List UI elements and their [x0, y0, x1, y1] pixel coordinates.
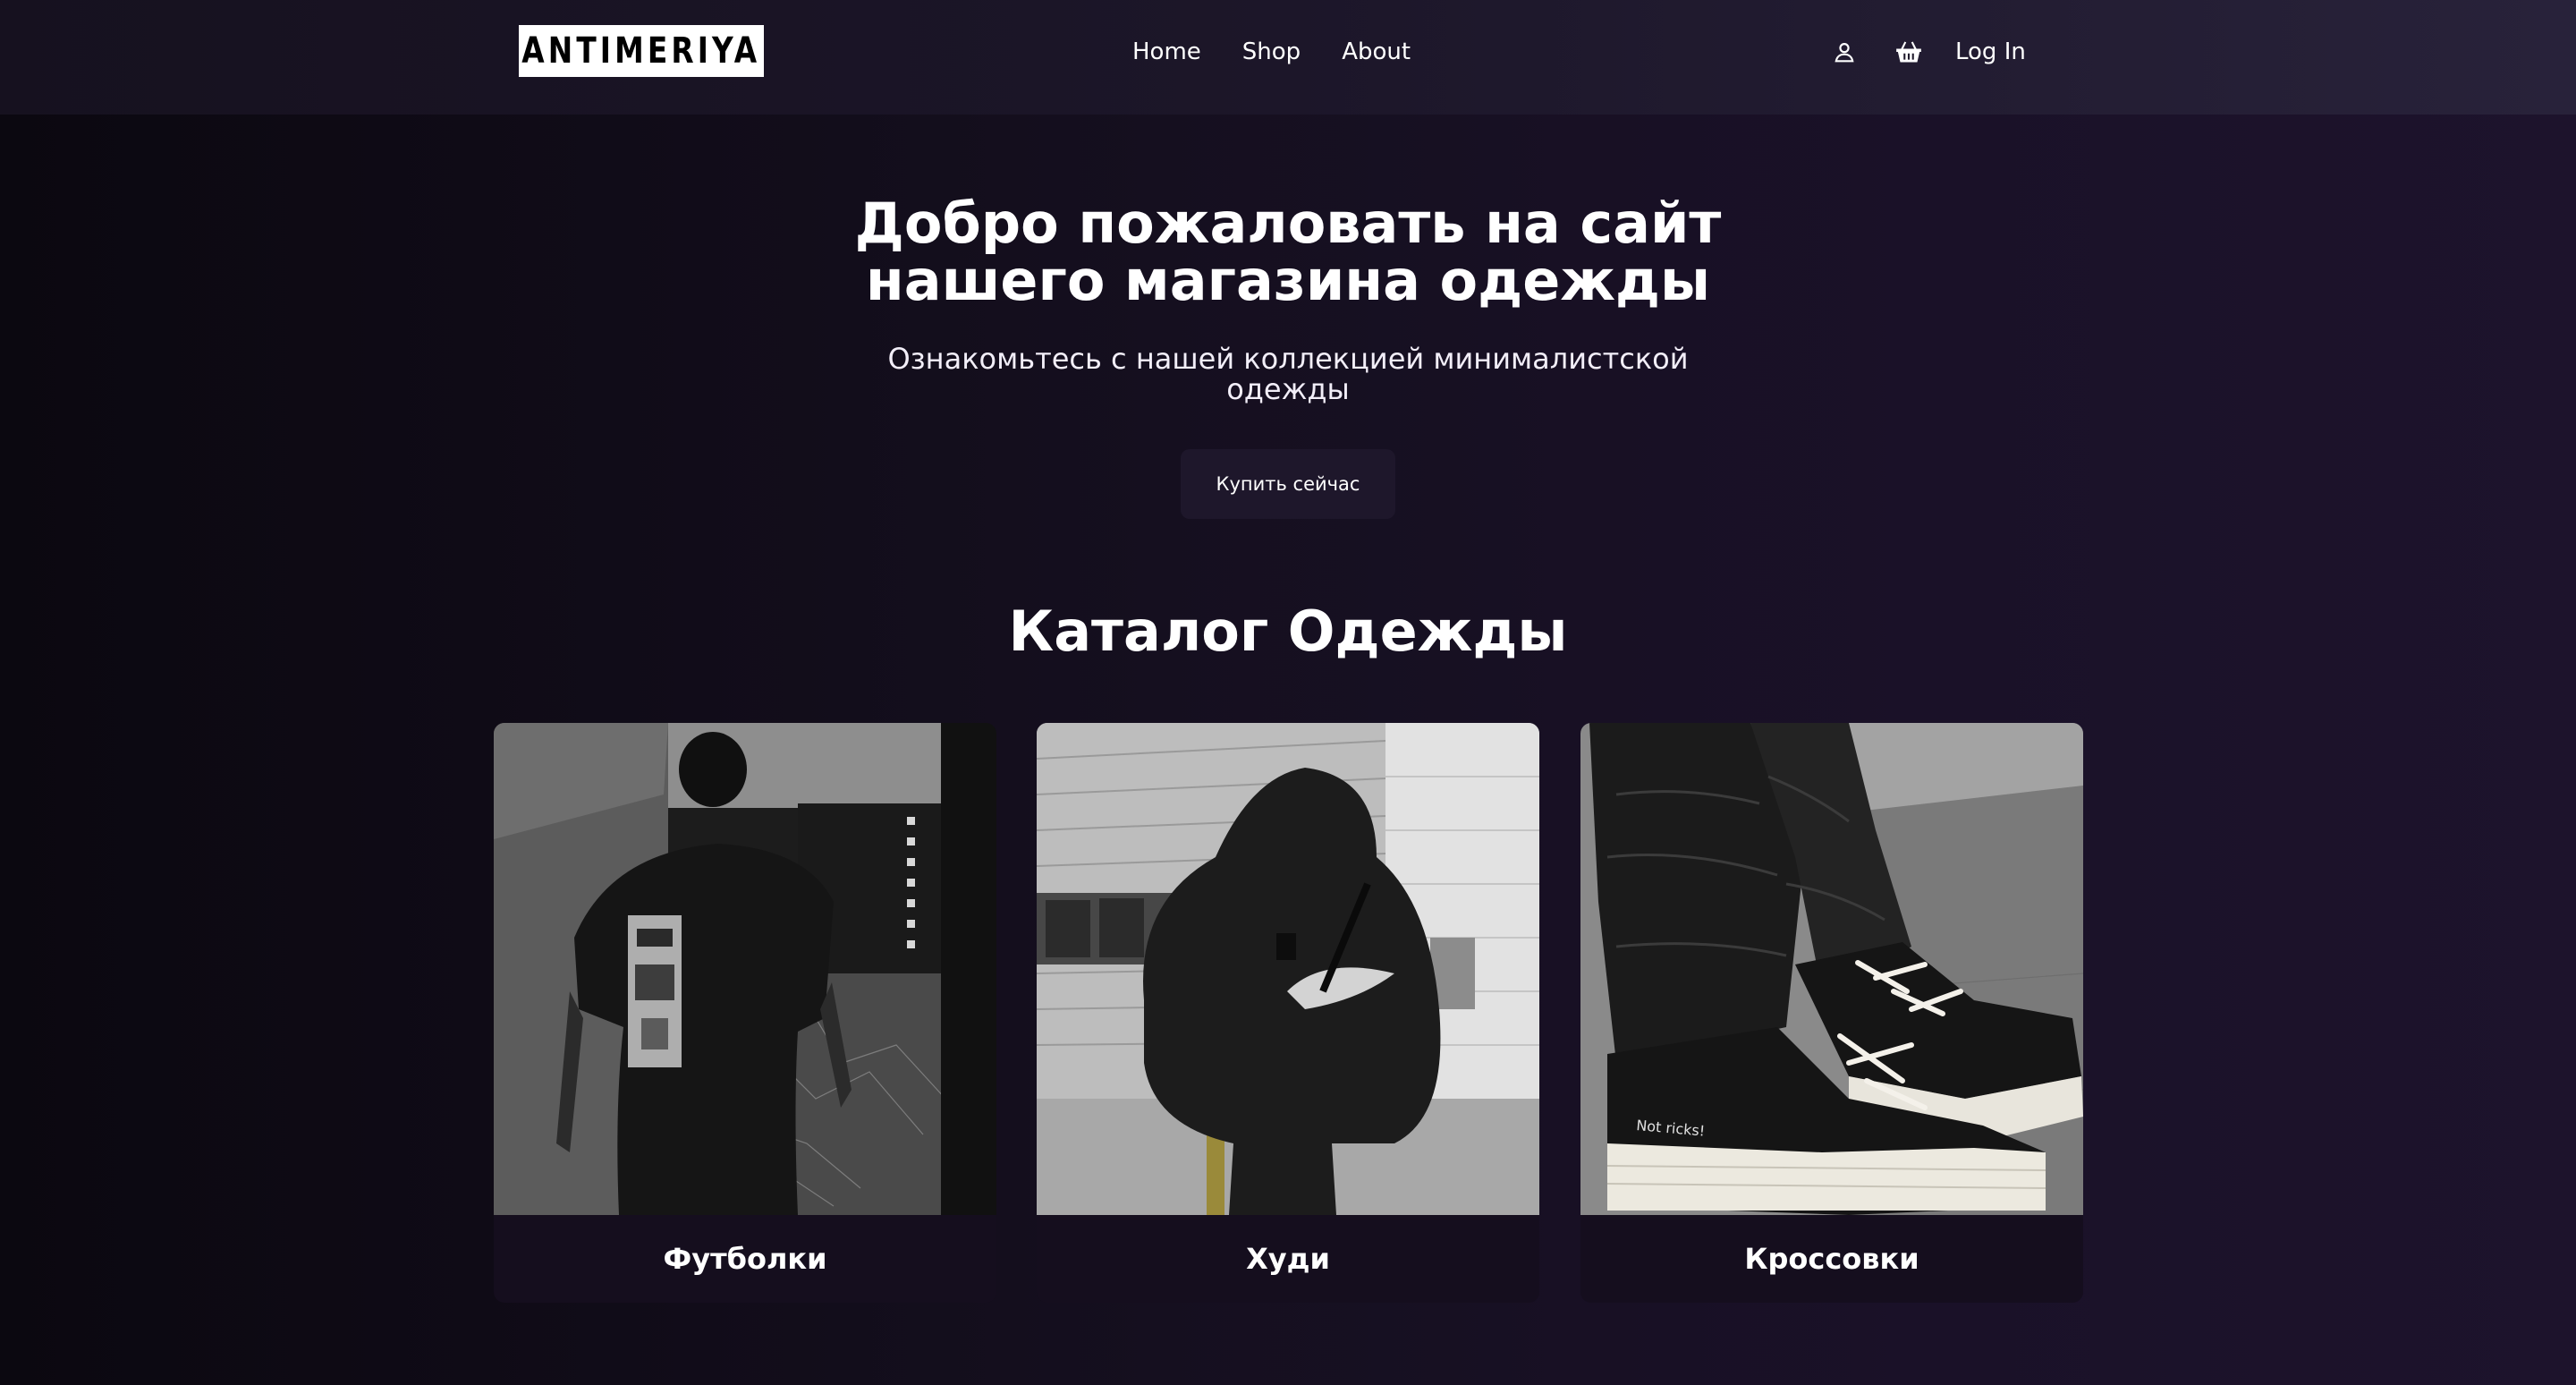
hero-subtitle: Ознакомьтесь с нашей коллекцией минимали…	[887, 342, 1689, 406]
category-card-tshirts[interactable]: Футболки	[494, 723, 996, 1303]
buy-now-button[interactable]: Купить сейчас	[1181, 449, 1395, 519]
nav-shop-link[interactable]: Shop	[1242, 32, 1301, 72]
hoodies-photo	[1037, 723, 1539, 1215]
sneakers-label: Кроссовки	[1744, 1242, 1919, 1276]
header-actions: Log In	[1825, 32, 2026, 72]
catalog-title: Каталог Одежды	[1008, 599, 1568, 664]
nav-about-link[interactable]: About	[1342, 32, 1411, 72]
main-nav: Home Shop About	[1132, 32, 1411, 72]
category-card-sneakers[interactable]: Not ricks! Кроссовки	[1580, 723, 2083, 1303]
user-icon[interactable]	[1825, 32, 1864, 72]
logo-text: ANTIMERIYA	[521, 30, 761, 72]
tshirts-label: Футболки	[663, 1242, 827, 1276]
login-link[interactable]: Log In	[1955, 32, 2026, 72]
site-header: ANTIMERIYA Home Shop About Log In	[0, 0, 2576, 115]
brand-logo[interactable]: ANTIMERIYA	[519, 25, 764, 77]
sneakers-photo: Not ricks!	[1580, 723, 2083, 1215]
tshirts-photo	[494, 723, 996, 1215]
category-card-hoodies[interactable]: Худи	[1037, 723, 1539, 1303]
nav-home-link[interactable]: Home	[1132, 32, 1201, 72]
hoodies-label: Худи	[1246, 1242, 1330, 1276]
basket-icon[interactable]	[1889, 32, 1928, 72]
hero-title: Добро пожаловать на сайт нашего магазина…	[854, 191, 1722, 313]
